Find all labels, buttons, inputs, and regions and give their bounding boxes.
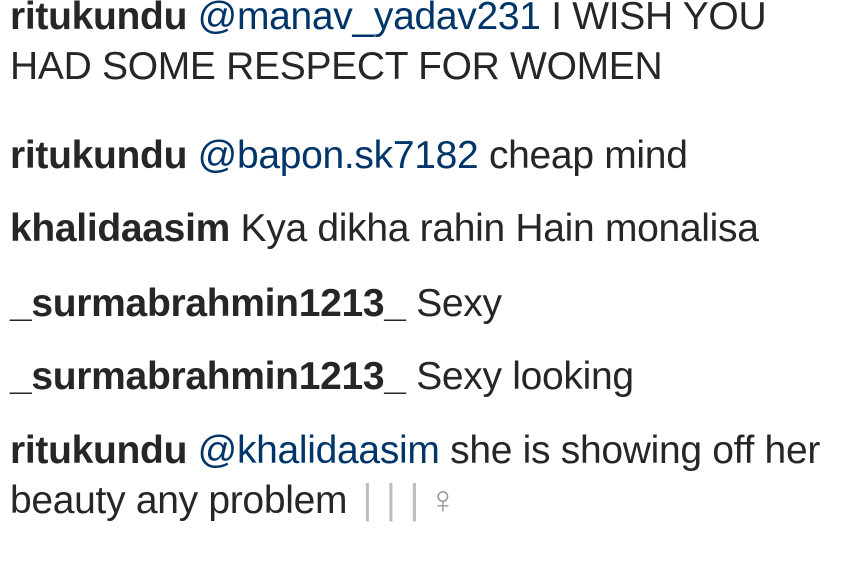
comment-username-link[interactable]: ritukundu — [10, 429, 187, 472]
comment-text: cheap mind — [488, 134, 688, 177]
comment-mention-link[interactable]: @manav_yadav231 — [198, 0, 541, 38]
comment-item: ritukundu @bapon.sk7182 cheap mind — [10, 131, 848, 181]
comment-text: Sexy looking — [416, 355, 634, 398]
comment-item: ritukundu @manav_yadav231 I WISH YOU HAD… — [10, 0, 848, 92]
comment-mention-link[interactable]: @bapon.sk7182 — [198, 134, 479, 177]
comment-item: _surmabrahmin1213_ Sexy looking — [10, 352, 848, 402]
comment-item: ritukundu @khalidaasim she is showing of… — [10, 426, 848, 526]
emoji-bars: ∣∣∣ — [357, 479, 429, 522]
comment-text: Sexy — [416, 282, 502, 325]
comment-username-link[interactable]: ritukundu — [10, 134, 187, 177]
comment-username-link[interactable]: _surmabrahmin1213_ — [10, 282, 406, 325]
comment-item: khalidaasim Kya dikha rahin Hain monalis… — [10, 204, 848, 254]
female-sign-icon: ♀ — [428, 479, 458, 522]
woman-shrugging-emoji: ∣∣∣♀ — [358, 479, 458, 522]
comment-username-link[interactable]: ritukundu — [10, 0, 187, 38]
comment-username-link[interactable]: _surmabrahmin1213_ — [10, 355, 406, 398]
comment-text: Kya dikha rahin Hain monalisa — [240, 207, 759, 250]
comment-item: _surmabrahmin1213_ Sexy — [10, 279, 848, 329]
comment-username-link[interactable]: khalidaasim — [10, 207, 230, 250]
comment-mention-link[interactable]: @khalidaasim — [198, 429, 440, 472]
